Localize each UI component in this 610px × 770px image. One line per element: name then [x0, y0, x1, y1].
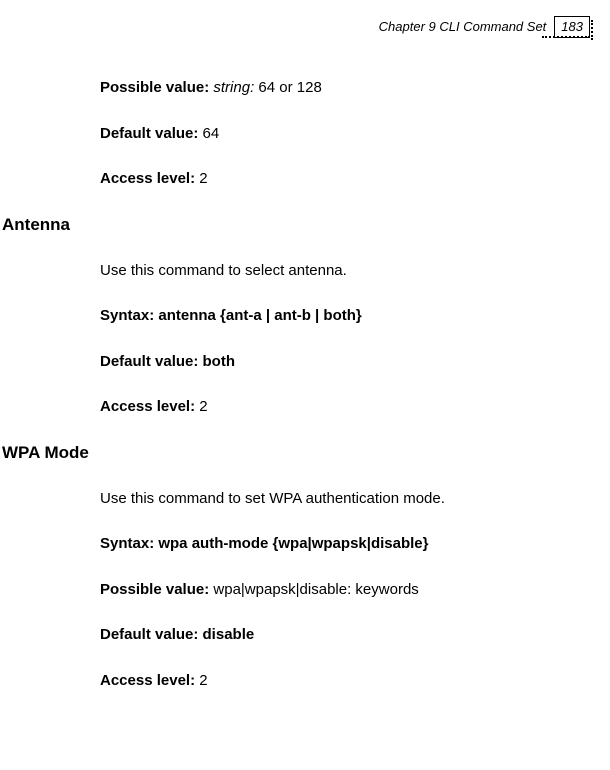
- antenna-heading: Antenna: [2, 215, 610, 235]
- wpa-possible-value-line: Possible value: wpa|wpapsk|disable: keyw…: [100, 580, 590, 600]
- header-dotted-line: [542, 36, 590, 38]
- default-value-label: Default value:: [100, 125, 203, 142]
- access-level-value: 2: [199, 170, 207, 187]
- wpa-possible-value-label: Possible value:: [100, 581, 213, 598]
- antenna-syntax: Syntax: antenna {ant-a | ant-b | both}: [100, 306, 590, 326]
- antenna-access-level-label: Access level:: [100, 398, 199, 415]
- page-number: 183: [554, 16, 590, 38]
- antenna-access-level-line: Access level: 2: [100, 397, 590, 417]
- chapter-title: Chapter 9 CLI Command Set: [379, 16, 555, 38]
- wpa-access-level-value: 2: [199, 672, 207, 689]
- possible-value-italic: string:: [213, 79, 258, 96]
- possible-value-label: Possible value:: [100, 79, 213, 96]
- wpa-syntax: Syntax: wpa auth-mode {wpa|wpapsk|disabl…: [100, 534, 590, 554]
- wpa-access-level-line: Access level: 2: [100, 671, 590, 691]
- possible-value-plain: 64 or 128: [258, 79, 321, 96]
- wpa-possible-value-text: wpa|wpapsk|disable: keywords: [213, 581, 418, 598]
- page-header: Chapter 9 CLI Command Set 183: [379, 16, 590, 38]
- antenna-access-level-value: 2: [199, 398, 207, 415]
- wpa-default: Default value: disable: [100, 625, 590, 645]
- access-level-label: Access level:: [100, 170, 199, 187]
- access-level-line: Access level: 2: [100, 169, 590, 189]
- antenna-default: Default value: both: [100, 352, 590, 372]
- default-value-text: 64: [203, 125, 220, 142]
- page-content: Possible value: string: 64 or 128 Defaul…: [0, 78, 610, 716]
- wpa-mode-heading: WPA Mode: [2, 443, 610, 463]
- antenna-description: Use this command to select antenna.: [100, 261, 590, 281]
- default-value-line: Default value: 64: [100, 124, 590, 144]
- header-dotted-side: [591, 20, 593, 40]
- wpa-description: Use this command to set WPA authenticati…: [100, 489, 590, 509]
- possible-value-line: Possible value: string: 64 or 128: [100, 78, 590, 98]
- wpa-access-level-label: Access level:: [100, 672, 199, 689]
